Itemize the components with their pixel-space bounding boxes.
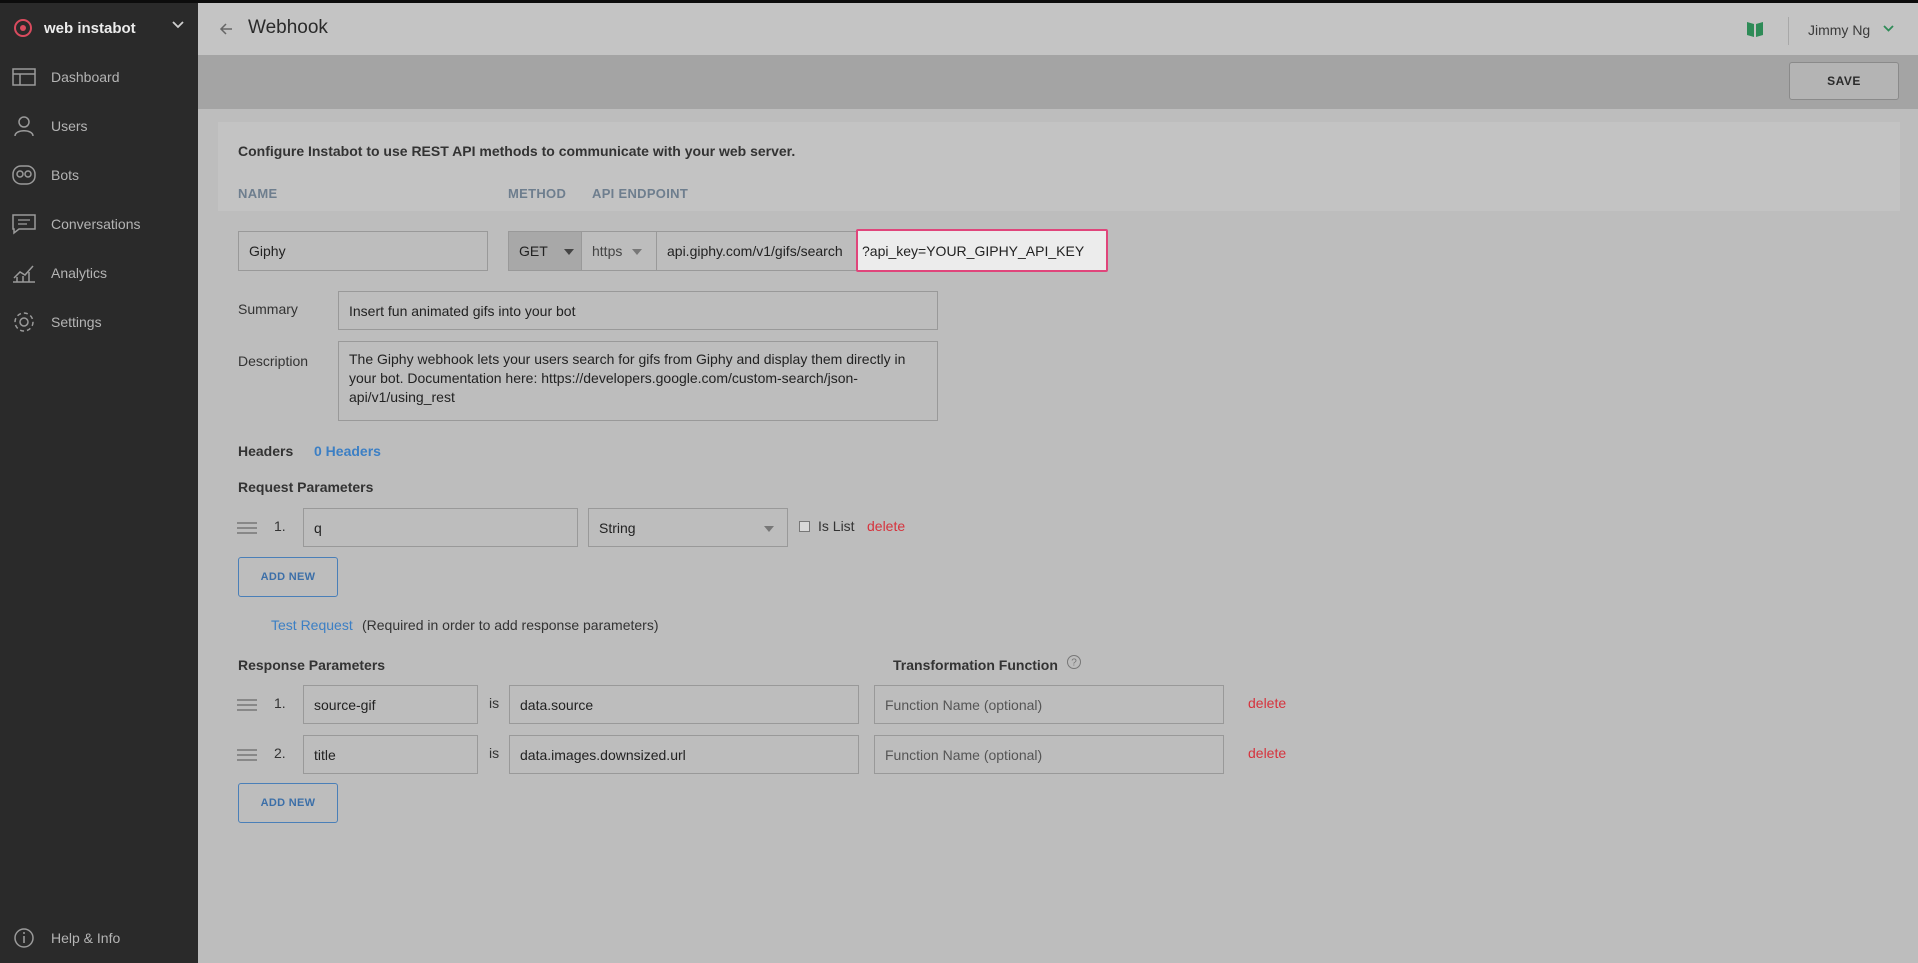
toolbar: SAVE (198, 55, 1918, 109)
is-list-label: Is List (818, 518, 855, 534)
param-type-value: String (599, 519, 636, 536)
response-param-path-input[interactable]: data.source (509, 685, 859, 724)
sidebar-item-settings[interactable]: Settings (0, 307, 198, 337)
chevron-down-icon[interactable] (1883, 25, 1894, 32)
dropdown-arrow-icon (632, 249, 642, 255)
brand[interactable]: web instabot (14, 18, 136, 38)
add-response-param-button[interactable]: ADD NEW (238, 783, 338, 823)
dropdown-arrow-icon (564, 249, 574, 255)
config-panel: Configure Instabot to use REST API metho… (218, 122, 1900, 211)
dropdown-arrow-icon (764, 526, 774, 532)
column-header-name: NAME (238, 186, 278, 201)
test-request-link[interactable]: Test Request (271, 617, 353, 633)
response-param-name-input[interactable]: title (303, 735, 478, 774)
name-input[interactable]: Giphy (238, 231, 488, 271)
row-number: 2. (274, 745, 286, 761)
add-request-param-button[interactable]: ADD NEW (238, 557, 338, 597)
user-name[interactable]: Jimmy Ng (1808, 22, 1870, 38)
protocol-value: https (592, 243, 623, 259)
response-param-name-input[interactable]: source-gif (303, 685, 478, 724)
delete-response-param-link[interactable]: delete (1248, 745, 1286, 761)
sidebar-item-label: Dashboard (51, 69, 120, 85)
request-params-title: Request Parameters (238, 479, 374, 495)
header: Webhook Jimmy Ng (198, 0, 1918, 55)
back-arrow-icon[interactable] (218, 21, 234, 37)
function-name-input[interactable]: Function Name (optional) (874, 735, 1224, 774)
gear-icon (14, 312, 34, 332)
is-label: is (489, 745, 500, 761)
sidebar-item-label: Users (51, 118, 88, 134)
intro-text: Configure Instabot to use REST API metho… (238, 143, 796, 159)
brand-name: web instabot (44, 19, 136, 37)
analytics-icon (13, 265, 35, 283)
is-list-checkbox[interactable] (799, 521, 810, 532)
is-label: is (489, 695, 500, 711)
instabot-logo-icon (14, 19, 32, 37)
dashboard-icon (12, 68, 36, 86)
drag-handle-icon[interactable] (237, 699, 257, 714)
chevron-down-icon[interactable] (172, 21, 184, 29)
response-param-path-input[interactable]: data.images.downsized.url (509, 735, 859, 774)
user-icon (14, 116, 34, 137)
summary-label: Summary (238, 301, 298, 317)
column-header-method: METHOD (508, 186, 567, 201)
delete-request-param-link[interactable]: delete (867, 518, 905, 534)
bot-icon (12, 165, 36, 185)
save-button[interactable]: SAVE (1789, 62, 1899, 100)
response-params-title: Response Parameters (238, 657, 386, 673)
sidebar-item-help[interactable]: Help & Info (0, 923, 198, 953)
delete-response-param-link[interactable]: delete (1248, 695, 1286, 711)
row-number: 1. (274, 518, 286, 534)
request-param-type-select[interactable]: String (588, 508, 788, 547)
help-label: Help & Info (51, 930, 121, 946)
drag-handle-icon[interactable] (237, 749, 257, 764)
drag-handle-icon[interactable] (237, 522, 257, 537)
page-title: Webhook (248, 17, 328, 38)
chat-icon (12, 214, 36, 235)
sidebar-item-analytics[interactable]: Analytics (0, 258, 198, 288)
column-header-endpoint: API ENDPOINT (592, 186, 689, 201)
sidebar-item-bots[interactable]: Bots (0, 160, 198, 190)
sidebar-item-label: Conversations (51, 216, 141, 232)
endpoint-base-input[interactable]: api.giphy.com/v1/gifs/search (657, 231, 857, 271)
summary-input[interactable]: Insert fun animated gifs into your bot (338, 291, 938, 330)
transformation-function-title: Transformation Function (893, 657, 1058, 673)
headers-link[interactable]: 0 Headers (314, 443, 381, 459)
method-select[interactable]: GET (508, 231, 582, 271)
sidebar-item-label: Settings (51, 314, 102, 330)
sidebar-item-label: Bots (51, 167, 80, 183)
sidebar-item-dashboard[interactable]: Dashboard (0, 62, 198, 92)
description-textarea[interactable]: The Giphy webhook lets your users search… (338, 341, 938, 421)
headers-label: Headers (238, 443, 294, 459)
sidebar-item-conversations[interactable]: Conversations (0, 209, 198, 239)
sidebar-item-label: Analytics (51, 265, 108, 281)
function-name-input[interactable]: Function Name (optional) (874, 685, 1224, 724)
endpoint-query-input[interactable]: ?api_key=YOUR_GIPHY_API_KEY (856, 229, 1108, 272)
info-icon (14, 928, 34, 948)
header-divider (1788, 17, 1789, 45)
sidebar: web instabot Dashboard Users Bots Conver… (0, 0, 198, 963)
book-icon[interactable] (1746, 20, 1764, 38)
description-label: Description (238, 353, 309, 369)
sidebar-top-border (0, 0, 198, 3)
row-number: 1. (274, 695, 286, 711)
test-request-note: (Required in order to add response param… (362, 617, 659, 633)
request-param-name-input[interactable]: q (303, 508, 578, 547)
svg-text:?: ? (1071, 658, 1077, 669)
help-question-icon[interactable]: ? (1066, 654, 1082, 670)
protocol-select[interactable]: https (582, 231, 657, 271)
method-value: GET (519, 243, 548, 259)
sidebar-item-users[interactable]: Users (0, 111, 198, 141)
